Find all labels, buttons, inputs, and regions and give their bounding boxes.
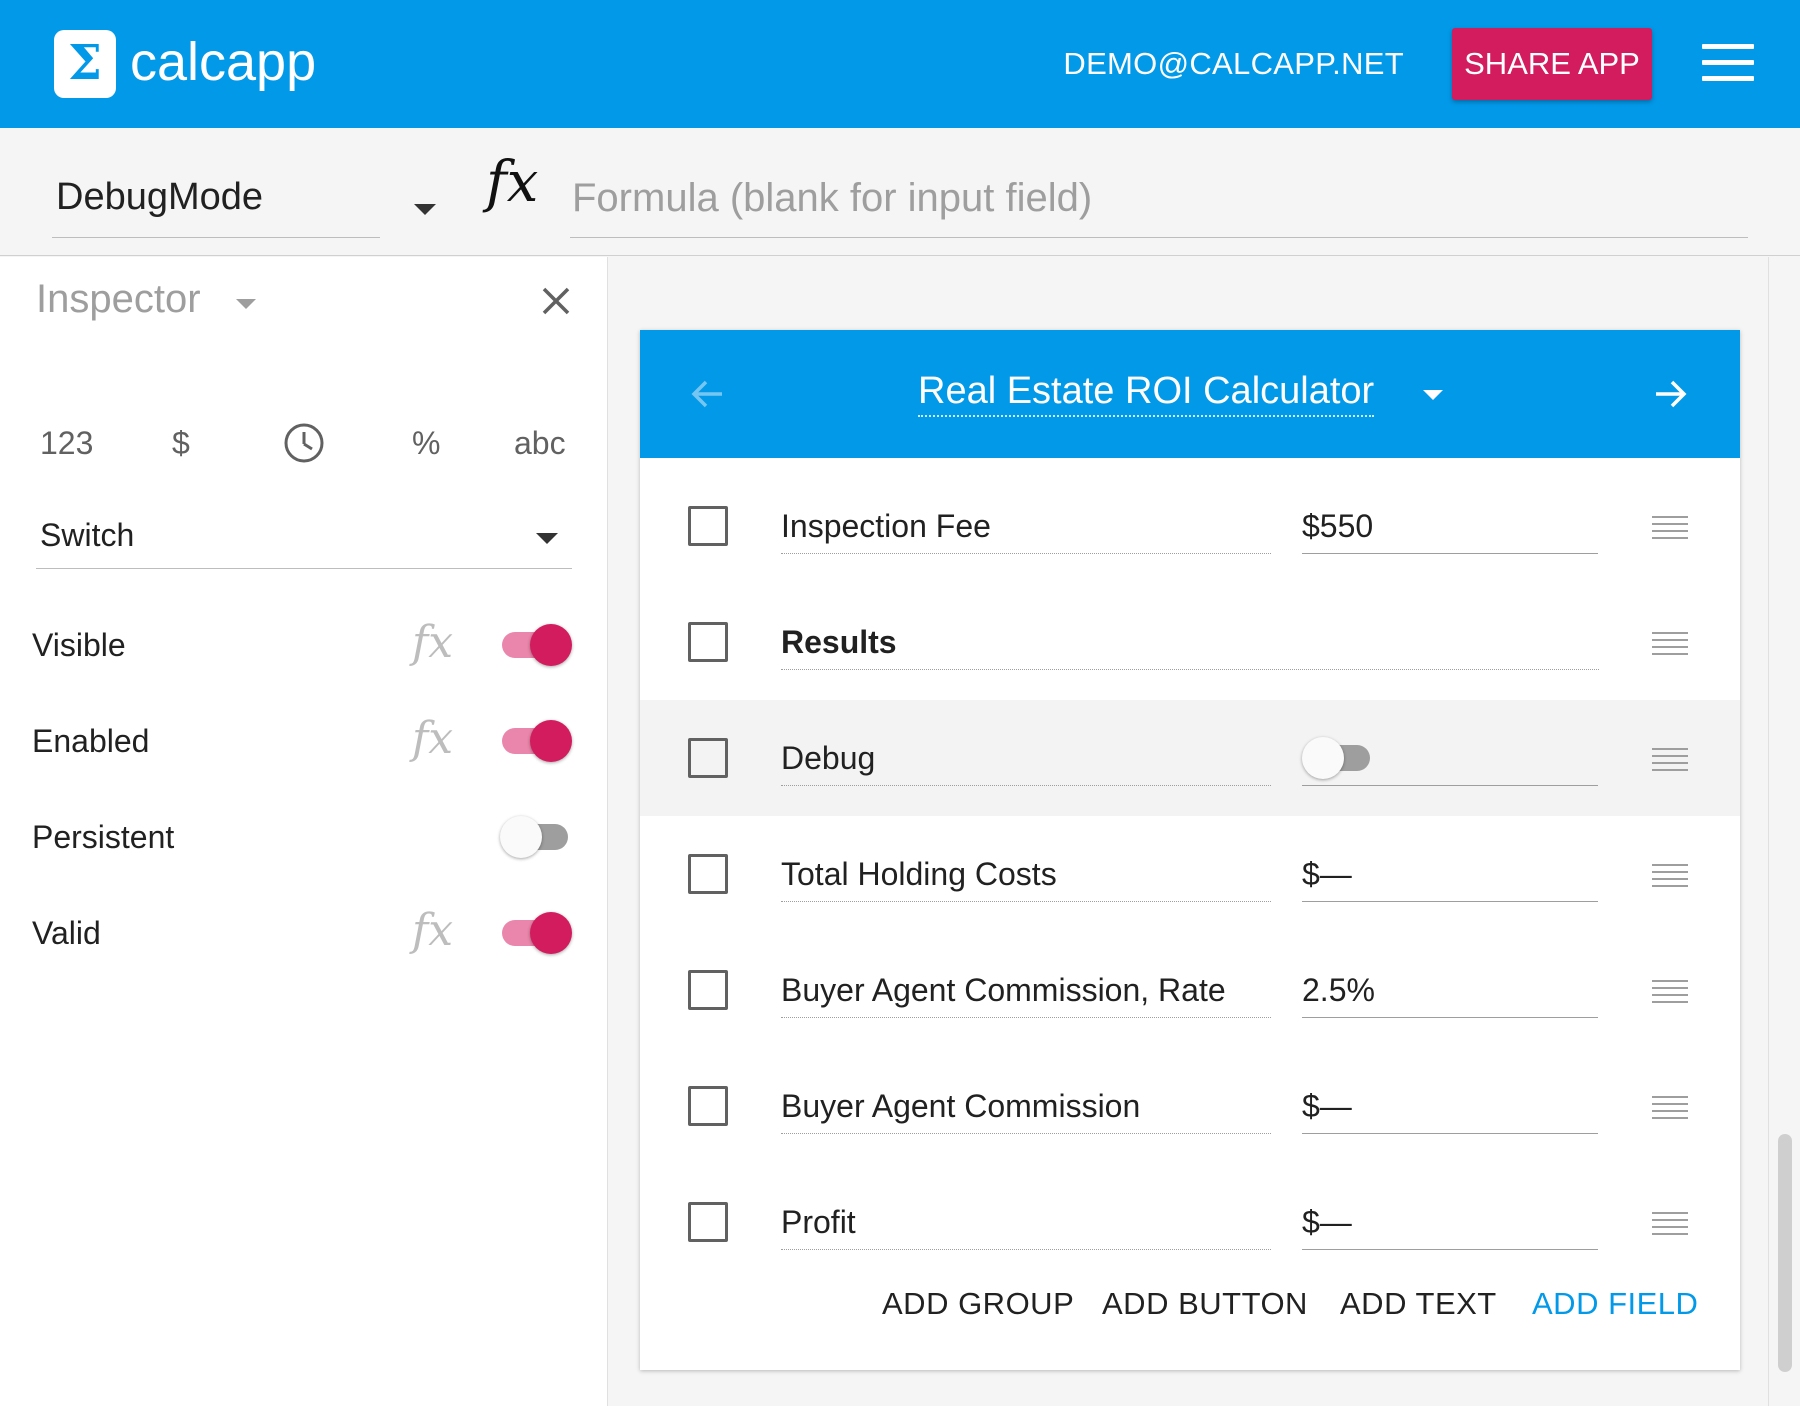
user-email-link[interactable]: DEMO@CALCAPP.NET xyxy=(1063,44,1404,84)
row-checkbox[interactable] xyxy=(688,738,728,778)
drag-handle-icon[interactable] xyxy=(1652,864,1688,888)
chevron-down-icon[interactable] xyxy=(1423,390,1443,400)
drag-handle-icon[interactable] xyxy=(1652,1096,1688,1120)
close-icon[interactable] xyxy=(536,281,576,321)
number-type-icon[interactable]: 123 xyxy=(40,425,93,462)
add-button-button[interactable]: ADD BUTTON xyxy=(1102,1286,1308,1322)
arrow-left-icon[interactable] xyxy=(688,374,728,414)
field-row[interactable]: Total Holding Costs $— xyxy=(640,816,1740,932)
share-app-button[interactable]: SHARE APP xyxy=(1452,28,1652,100)
field-name[interactable]: Profit xyxy=(781,1204,1271,1250)
property-label: Persistent xyxy=(32,819,175,855)
fx-icon[interactable]: fx xyxy=(412,617,453,668)
persistent-toggle[interactable] xyxy=(500,811,570,863)
calculator-card: Real Estate ROI Calculator Inspection Fe… xyxy=(640,330,1740,1370)
field-value[interactable]: $— xyxy=(1302,1204,1598,1250)
chevron-down-icon xyxy=(536,533,558,544)
valid-toggle[interactable] xyxy=(500,907,572,959)
field-selector-value: DebugMode xyxy=(56,176,264,218)
clock-type-icon[interactable] xyxy=(282,421,326,465)
fx-icon[interactable]: fx xyxy=(412,713,453,764)
card-actions: ADD GROUP ADD BUTTON ADD TEXT ADD FIELD xyxy=(640,1276,1740,1336)
calcapp-logo-icon[interactable]: Σ xyxy=(54,30,116,98)
field-name[interactable]: Inspection Fee xyxy=(781,508,1271,554)
currency-type-icon[interactable]: $ xyxy=(172,425,190,462)
drag-handle-icon[interactable] xyxy=(1652,980,1688,1004)
inspector-title[interactable]: Inspector xyxy=(36,277,201,322)
formula-bar: DebugMode fx Formula (blank for input fi… xyxy=(0,128,1800,256)
fx-icon[interactable]: fx xyxy=(412,905,453,956)
add-field-button[interactable]: ADD FIELD xyxy=(1532,1286,1698,1322)
field-row[interactable]: Results xyxy=(640,584,1740,700)
field-value[interactable]: $550 xyxy=(1302,508,1598,554)
app-header: Σ calcapp DEMO@CALCAPP.NET SHARE APP xyxy=(0,0,1800,128)
field-value[interactable]: 2.5% xyxy=(1302,972,1598,1018)
add-group-button[interactable]: ADD GROUP xyxy=(882,1286,1074,1322)
field-row-selected[interactable]: Debug xyxy=(640,700,1740,816)
debug-toggle[interactable] xyxy=(1302,732,1372,784)
property-persistent: Persistent xyxy=(32,809,572,869)
field-type-select[interactable]: Switch xyxy=(36,507,572,569)
formula-placeholder: Formula (blank for input field) xyxy=(572,176,1093,220)
field-name[interactable]: Buyer Agent Commission xyxy=(781,1088,1271,1134)
formula-input[interactable]: Formula (blank for input field) xyxy=(570,158,1748,238)
property-valid: Valid fx xyxy=(32,905,572,965)
field-value[interactable]: $— xyxy=(1302,1088,1598,1134)
field-selector[interactable]: DebugMode xyxy=(52,158,436,238)
field-type-value: Switch xyxy=(40,517,135,553)
inspector-panel: Inspector 123 $ % abc Switch Visible fx … xyxy=(0,257,608,1406)
row-checkbox[interactable] xyxy=(688,1202,728,1242)
app-name[interactable]: calcapp xyxy=(130,26,316,98)
field-row[interactable]: Profit $— xyxy=(640,1164,1740,1280)
visible-toggle[interactable] xyxy=(500,619,572,671)
field-row[interactable]: Buyer Agent Commission $— xyxy=(640,1048,1740,1164)
enabled-toggle[interactable] xyxy=(500,715,572,767)
field-name[interactable]: Total Holding Costs xyxy=(781,856,1271,902)
percent-type-icon[interactable]: % xyxy=(412,425,440,462)
row-checkbox[interactable] xyxy=(688,506,728,546)
field-name[interactable]: Buyer Agent Commission, Rate xyxy=(781,972,1271,1018)
property-label: Enabled xyxy=(32,723,150,759)
row-checkbox[interactable] xyxy=(688,622,728,662)
fx-icon: fx xyxy=(486,150,539,215)
drag-handle-icon[interactable] xyxy=(1652,516,1688,540)
scrollbar-thumb[interactable] xyxy=(1778,1134,1792,1372)
property-label: Visible xyxy=(32,627,126,663)
row-checkbox[interactable] xyxy=(688,970,728,1010)
field-name[interactable]: Debug xyxy=(781,740,1271,786)
row-checkbox[interactable] xyxy=(688,1086,728,1126)
field-value-switch[interactable] xyxy=(1302,737,1598,786)
row-checkbox[interactable] xyxy=(688,854,728,894)
chevron-down-icon[interactable] xyxy=(414,204,436,215)
field-value[interactable]: $— xyxy=(1302,856,1598,902)
field-row[interactable]: Buyer Agent Commission, Rate 2.5% xyxy=(640,932,1740,1048)
arrow-right-icon[interactable] xyxy=(1650,374,1690,414)
group-name[interactable]: Results xyxy=(781,624,1599,670)
card-header: Real Estate ROI Calculator xyxy=(640,330,1740,458)
property-enabled: Enabled fx xyxy=(32,713,572,773)
hamburger-menu-icon[interactable] xyxy=(1702,44,1754,81)
card-title[interactable]: Real Estate ROI Calculator xyxy=(918,370,1375,417)
drag-handle-icon[interactable] xyxy=(1652,1212,1688,1236)
drag-handle-icon[interactable] xyxy=(1652,748,1688,772)
property-label: Valid xyxy=(32,915,101,951)
drag-handle-icon[interactable] xyxy=(1652,632,1688,656)
inspector-chevron-down-icon[interactable] xyxy=(236,299,256,309)
text-type-icon[interactable]: abc xyxy=(514,425,566,462)
field-row[interactable]: Inspection Fee $550 xyxy=(640,468,1740,584)
add-text-button[interactable]: ADD TEXT xyxy=(1340,1286,1497,1322)
property-visible: Visible fx xyxy=(32,617,572,677)
